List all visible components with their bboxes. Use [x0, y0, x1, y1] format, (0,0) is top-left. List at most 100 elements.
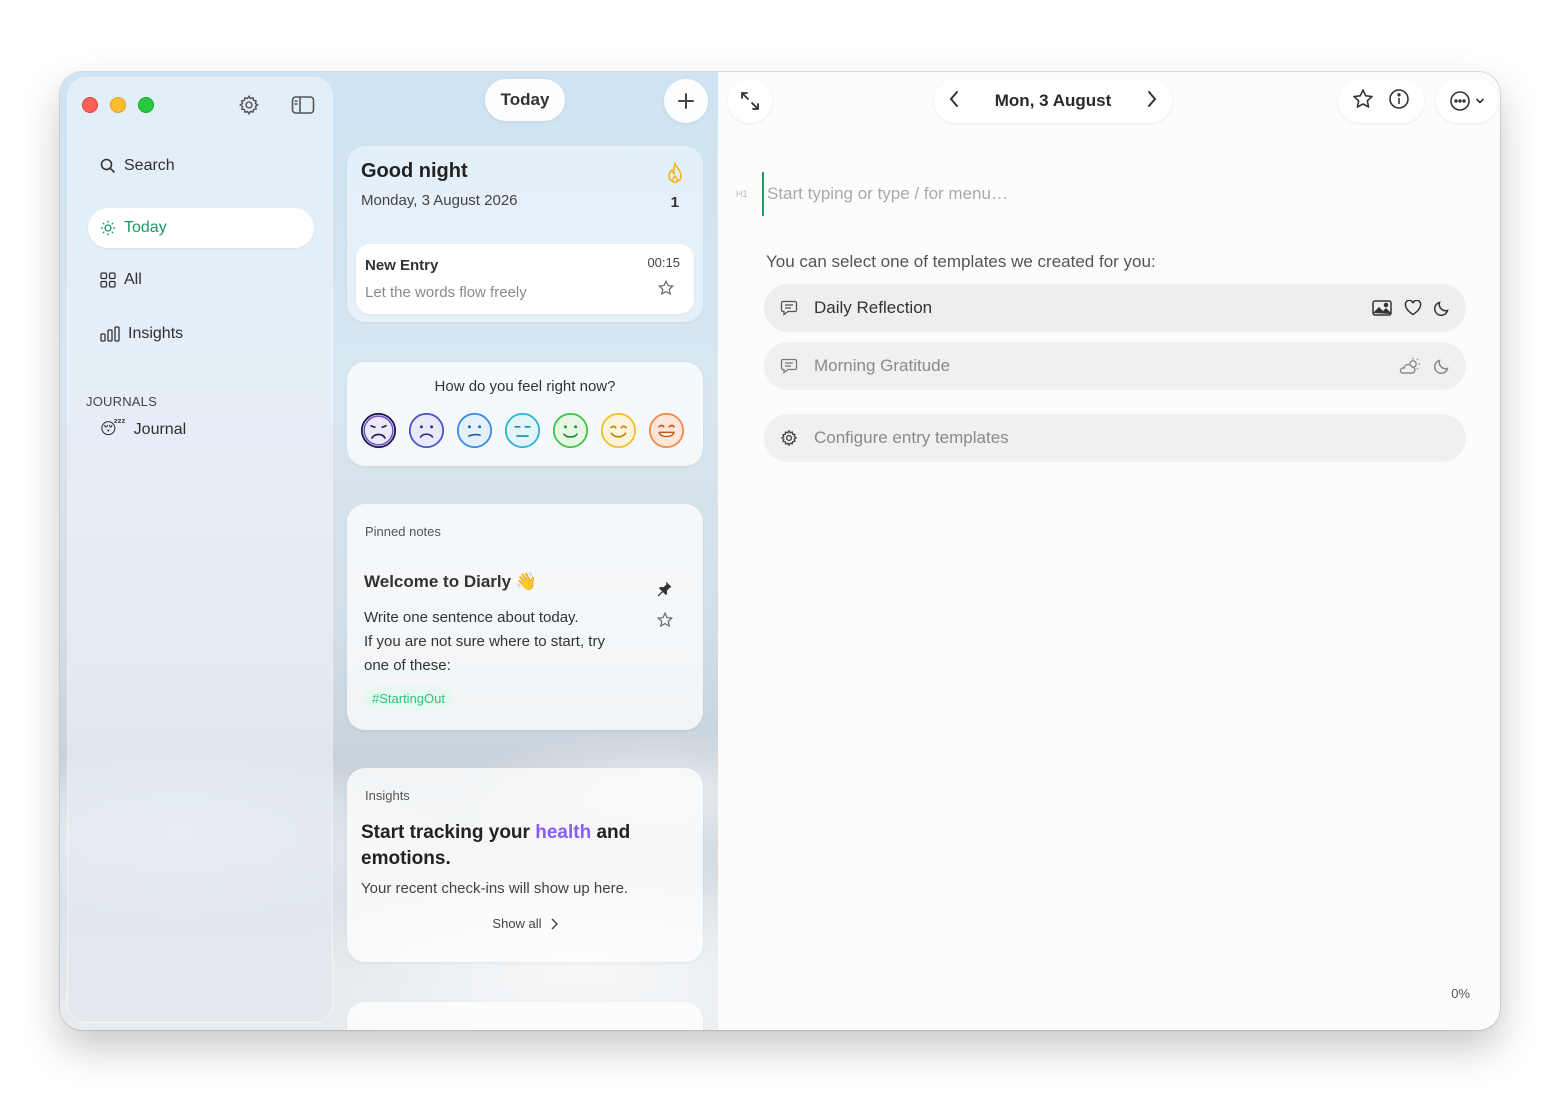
entry-time: 00:15 — [647, 255, 680, 270]
zoom-window-button[interactable] — [138, 97, 154, 113]
configure-label: Configure entry templates — [814, 428, 1009, 447]
sidebar-item-journal[interactable]: 😴 Journal — [88, 410, 314, 450]
templates-hint: You can select one of templates we creat… — [766, 252, 1156, 271]
toggle-sidebar-button[interactable] — [290, 92, 316, 118]
info-icon — [1389, 88, 1409, 109]
streak-count: 1 — [670, 194, 679, 211]
heading-marker: H1 — [736, 189, 748, 199]
template-label: Morning Gratitude — [814, 356, 951, 375]
chevron-down-icon — [1475, 98, 1485, 104]
heart-icon — [1404, 300, 1422, 316]
pinned-notes-card[interactable]: Pinned notes Welcome to Diarly 👋 Write o… — [347, 504, 703, 730]
journals-section-label: JOURNALS — [86, 394, 157, 409]
configure-templates-button[interactable]: Configure entry templates — [764, 414, 1466, 462]
template-tags — [1398, 342, 1450, 390]
chevron-right-icon — [1148, 90, 1157, 107]
bar-chart-icon — [100, 326, 120, 342]
mood-selector — [360, 412, 685, 449]
entry-title: New Entry — [365, 257, 439, 274]
show-all-button[interactable]: Show all — [347, 916, 703, 931]
template-daily-reflection[interactable]: Daily Reflection — [764, 284, 1466, 332]
entry-preview: Let the words flow freely — [365, 284, 527, 301]
happy-face-icon[interactable] — [600, 412, 637, 449]
template-morning-gratitude[interactable]: Morning Gratitude — [764, 342, 1466, 390]
next-day-button[interactable] — [1146, 90, 1158, 113]
greeting-title: Good night — [361, 160, 468, 182]
expand-icon — [741, 92, 759, 110]
pinned-note-body: Write one sentence about today. If you a… — [364, 606, 634, 678]
plus-icon — [678, 93, 694, 109]
flame-icon — [665, 160, 685, 191]
editor-input[interactable]: Start typing or type / for menu… — [767, 184, 1008, 204]
mood-card: How do you feel right now? — [347, 362, 703, 466]
sun-behind-cloud-icon — [1399, 358, 1420, 374]
sidebar-item-insights[interactable]: Insights — [88, 314, 314, 354]
minimize-window-button[interactable] — [110, 97, 126, 113]
template-label: Daily Reflection — [814, 298, 933, 317]
content-face-icon[interactable] — [552, 412, 589, 449]
entry-card[interactable]: New Entry Let the words flow freely 00:1… — [356, 244, 694, 314]
mood-question: How do you feel right now? — [434, 378, 616, 395]
chevron-right-icon — [551, 917, 558, 930]
sidebar-item-label: Journal — [133, 421, 187, 438]
sun-icon — [100, 220, 116, 236]
moon-icon — [1434, 359, 1449, 374]
moon-icon — [1434, 301, 1449, 316]
more-menu-button[interactable] — [1436, 79, 1498, 123]
settings-button[interactable] — [236, 92, 262, 118]
very-sad-face-icon[interactable] — [360, 412, 397, 449]
insights-section-label: Insights — [365, 788, 410, 803]
message-icon — [780, 358, 798, 374]
grid-icon — [100, 272, 116, 288]
date-navigator: Mon, 3 August — [934, 79, 1172, 123]
pinned-section-label: Pinned notes — [365, 524, 441, 539]
search-button[interactable]: Search — [88, 146, 314, 186]
template-tags — [1372, 284, 1450, 332]
pin-icon[interactable] — [655, 580, 673, 603]
search-icon — [100, 158, 116, 174]
favorite-note-button[interactable] — [656, 611, 674, 633]
insights-subtitle: Your recent check-ins will show up here. — [361, 880, 629, 897]
sad-face-icon[interactable] — [408, 412, 445, 449]
today-button[interactable]: Today — [485, 79, 565, 121]
message-icon — [780, 300, 798, 316]
neutral-face-icon[interactable] — [504, 412, 541, 449]
tag-starting-out[interactable]: #StartingOut — [364, 686, 453, 710]
editor-pane: Mon, 3 August H1 Start typing or type / … — [718, 72, 1500, 1030]
sidebar-item-label: All — [124, 271, 142, 288]
sidebar-item-all[interactable]: All — [88, 260, 314, 300]
sidebar-icon — [291, 96, 315, 114]
search-label: Search — [124, 157, 175, 174]
star-icon — [1353, 88, 1373, 108]
close-window-button[interactable] — [82, 97, 98, 113]
greeting-card: Good night Monday, 3 August 2026 1 New E… — [347, 146, 703, 322]
sleeping-face-icon: 😴 — [100, 421, 126, 438]
add-entry-button[interactable] — [664, 79, 708, 123]
pinned-note-title: Welcome to Diarly 👋 — [364, 572, 537, 591]
entry-actions — [1338, 79, 1424, 123]
sidebar-item-label: Insights — [128, 325, 184, 342]
favorite-button[interactable] — [1352, 88, 1374, 115]
photo-icon — [1372, 300, 1392, 316]
meh-face-icon[interactable] — [456, 412, 493, 449]
ellipsis-circle-icon — [1450, 91, 1470, 111]
chevron-left-icon — [949, 90, 958, 107]
progress-percent: 0% — [1451, 986, 1470, 1001]
star-icon — [657, 279, 675, 296]
very-happy-face-icon[interactable] — [648, 412, 685, 449]
gear-icon — [780, 429, 798, 447]
text-caret — [762, 172, 764, 216]
insights-card: Insights Start tracking your health and … — [347, 768, 703, 962]
current-date[interactable]: Mon, 3 August — [995, 91, 1111, 111]
greeting-date: Monday, 3 August 2026 — [361, 192, 518, 209]
info-button[interactable] — [1388, 88, 1410, 115]
star-icon — [656, 611, 674, 628]
pinned-note-line: If you are not sure where to start, try … — [364, 633, 605, 674]
favorite-entry-button[interactable] — [657, 279, 675, 301]
sidebar-item-today[interactable]: Today — [88, 208, 314, 248]
previous-day-button[interactable] — [948, 90, 960, 113]
insights-title-highlight: health — [535, 822, 592, 843]
expand-button[interactable] — [728, 79, 772, 123]
pinned-note-line: Write one sentence about today. — [364, 609, 579, 626]
app-window: Search Today All Insights JOURNALS 😴 Jou… — [60, 72, 1500, 1030]
